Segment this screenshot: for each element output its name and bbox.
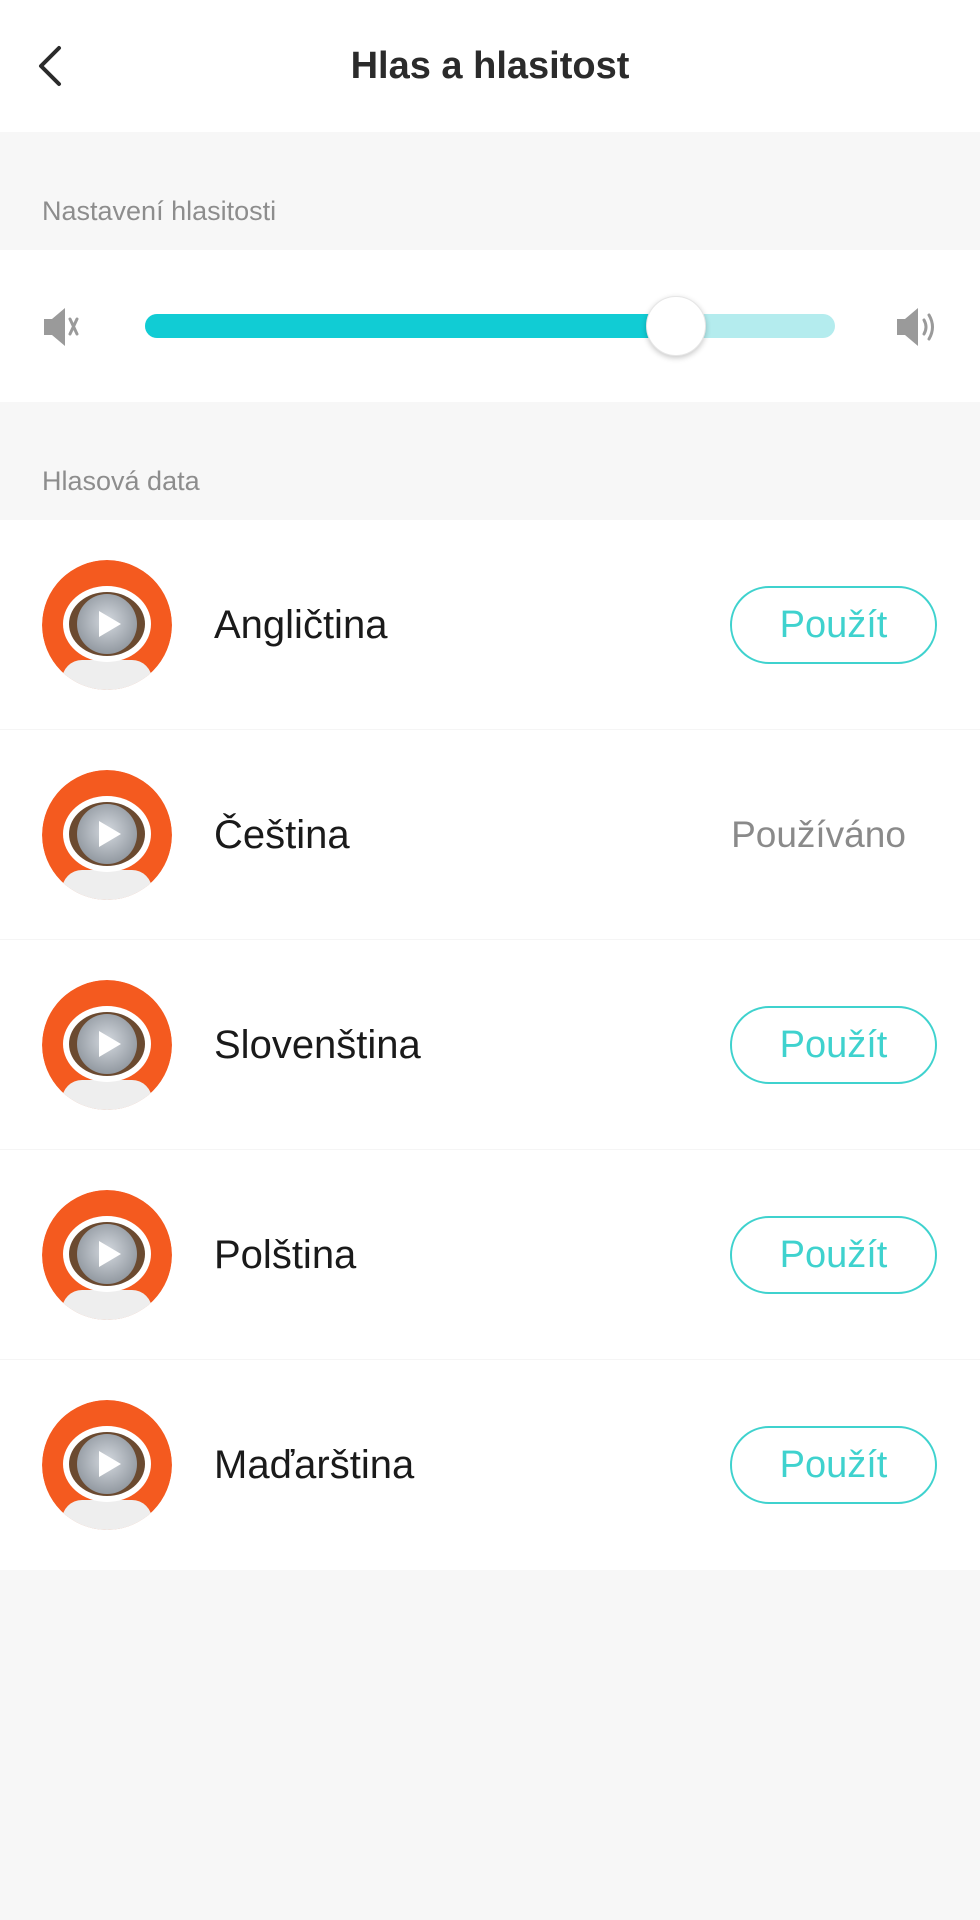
back-button[interactable] <box>22 36 78 96</box>
chevron-left-icon <box>39 46 61 86</box>
voice-avatar[interactable] <box>42 1190 172 1320</box>
voice-name: Čeština <box>214 813 350 857</box>
voice-list: Angličtina Použít Čeština Používáno Slov… <box>0 520 980 1570</box>
play-icon <box>42 980 172 1110</box>
volume-slider-thumb[interactable] <box>646 296 707 356</box>
page-title: Hlas a hlasitost <box>350 45 630 87</box>
voice-avatar[interactable] <box>42 1400 172 1530</box>
voice-section-header: Hlasová data <box>42 466 200 496</box>
voice-avatar[interactable] <box>42 980 172 1110</box>
apply-button[interactable]: Použít <box>730 1006 937 1084</box>
voice-name: Polština <box>214 1233 357 1277</box>
voice-avatar[interactable] <box>42 560 172 690</box>
voice-name: Slovenština <box>214 1023 421 1067</box>
voice-row-0: Angličtina Použít <box>0 520 980 730</box>
play-icon <box>42 1190 172 1320</box>
volume-slider[interactable] <box>145 296 835 356</box>
play-icon <box>42 770 172 900</box>
voice-row-2: Slovenština Použít <box>0 940 980 1150</box>
voice-row-1: Čeština Používáno <box>0 730 980 940</box>
voice-name: Angličtina <box>214 603 388 647</box>
play-icon <box>42 560 172 690</box>
in-use-status: Používáno <box>731 814 906 855</box>
play-icon <box>42 1400 172 1530</box>
apply-button[interactable]: Použít <box>730 1216 937 1294</box>
voice-row-3: Polština Použít <box>0 1150 980 1360</box>
app-header: Hlas a hlasitost <box>0 0 980 132</box>
volume-section-header: Nastavení hlasitosti <box>42 196 277 226</box>
voice-name: Maďarština <box>214 1443 415 1487</box>
speaker-mute-icon[interactable] <box>38 302 88 352</box>
apply-button[interactable]: Použít <box>730 1426 937 1504</box>
speaker-loud-icon[interactable] <box>892 302 942 352</box>
voice-avatar[interactable] <box>42 770 172 900</box>
volume-slider-fill <box>145 314 677 338</box>
apply-button[interactable]: Použít <box>730 586 937 664</box>
voice-row-4: Maďarština Použít <box>0 1360 980 1570</box>
